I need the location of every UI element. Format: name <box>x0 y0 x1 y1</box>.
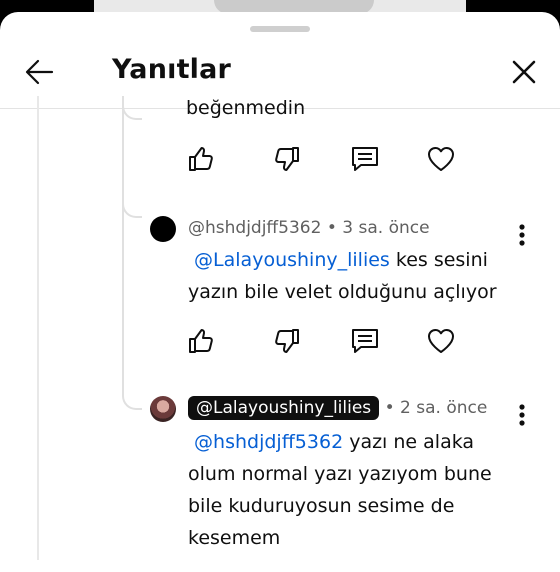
avatar[interactable] <box>150 396 176 422</box>
comment-time: 2 sa. önce <box>400 398 488 418</box>
comment-actions <box>186 326 466 358</box>
drag-handle[interactable] <box>250 26 310 32</box>
more-vert-icon[interactable] <box>512 402 532 432</box>
thread-branch <box>122 374 142 410</box>
like-icon[interactable] <box>186 144 216 174</box>
outer-thread-line <box>37 96 39 560</box>
mention-link[interactable]: @hshdjdjff5362 <box>194 431 343 453</box>
like-icon[interactable] <box>186 326 216 356</box>
comment-meta: @Lalayoushiny_lilies • 2 sa. önce <box>188 396 488 420</box>
close-icon[interactable] <box>504 52 544 92</box>
comment-meta: @hshdjdjff5362 • 3 sa. önce <box>188 218 430 238</box>
reply-comment: @hshdjdjff5362 • 3 sa. önce @Lalayoushin… <box>150 214 530 314</box>
comment-actions <box>186 144 466 176</box>
thread-branch <box>122 190 142 218</box>
reply-icon[interactable] <box>350 144 380 174</box>
clipped-comment-text: beğenmedin <box>186 97 306 119</box>
back-arrow-icon[interactable] <box>20 52 60 92</box>
more-vert-icon[interactable] <box>512 222 532 252</box>
dislike-icon[interactable] <box>272 144 302 174</box>
heart-icon[interactable] <box>426 144 456 174</box>
comment-body: @hshdjdjff5362 yazı ne alaka olum normal… <box>188 431 492 549</box>
dislike-icon[interactable] <box>272 326 302 356</box>
reply-comment: @Lalayoushiny_lilies • 2 sa. önce @hshdj… <box>150 396 530 560</box>
thread-line <box>122 96 124 388</box>
comment-time: 3 sa. önce <box>342 218 430 238</box>
page-title: Yanıtlar <box>112 54 232 85</box>
mention-link[interactable]: @Lalayoushiny_lilies <box>194 249 390 271</box>
heart-icon[interactable] <box>426 326 456 356</box>
author-handle[interactable]: @hshdjdjff5362 <box>188 218 321 238</box>
author-handle[interactable]: @Lalayoushiny_lilies <box>188 396 380 420</box>
reply-icon[interactable] <box>350 326 380 356</box>
avatar[interactable] <box>150 216 176 242</box>
comment-body: @Lalayoushiny_lilies kes sesini yazın bi… <box>188 249 497 303</box>
